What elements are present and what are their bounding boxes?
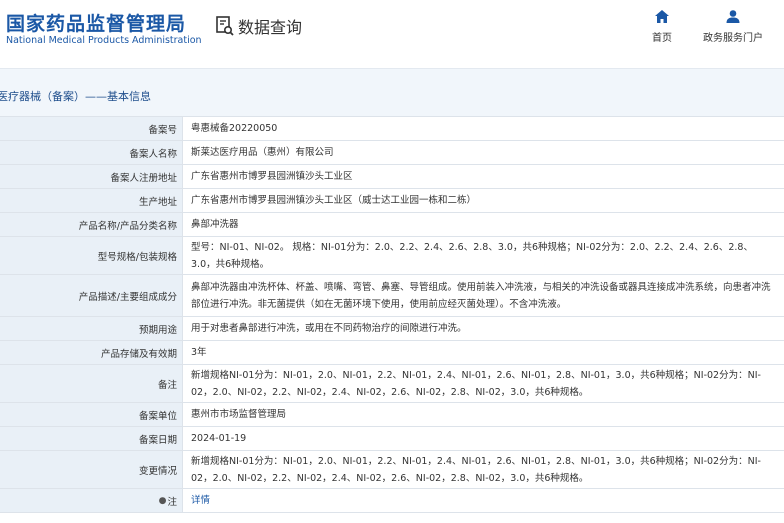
home-icon — [655, 10, 669, 23]
field-value: 新增规格NI-01分为：NI-01，2.0、NI-01，2.2、NI-01，2.… — [183, 365, 784, 402]
table-row: 备案人注册地址 广东省惠州市博罗县园洲镇沙头工业区 — [0, 165, 784, 189]
field-label: 变更情况 — [0, 451, 183, 488]
field-label: ● 注 — [0, 489, 183, 512]
field-value: 2024-01-19 — [183, 427, 784, 450]
table-row: 备案人名称 斯莱达医疗用品（惠州）有限公司 — [0, 141, 784, 165]
details-link[interactable]: 详情 — [191, 492, 210, 509]
table-row: 备案号 粤惠械备20220050 — [0, 117, 784, 141]
site-header: 国家药品监督管理局 National Medical Products Admi… — [0, 0, 784, 68]
nav-home[interactable]: 首页 — [650, 10, 674, 44]
table-row: 产品名称/产品分类名称 鼻部冲洗器 — [0, 213, 784, 237]
field-value: 详情 — [183, 489, 784, 512]
filing-authority: 惠州市市场监督管理局 — [191, 409, 287, 420]
registrant-address: 广东省惠州市博罗县园洲镇沙头工业区 — [191, 171, 353, 182]
field-value: 鼻部冲洗器 — [183, 213, 784, 236]
field-value: 惠州市市场监督管理局 — [183, 403, 784, 426]
product-description: 鼻部冲洗器由冲洗杯体、杯盖、喷嘴、弯管、鼻塞、导管组成。使用前装入冲洗液，与相关… — [191, 281, 771, 310]
record-number: 粤惠械备20220050 — [191, 123, 278, 134]
nav-service-portal[interactable]: 政务服务门户 — [700, 10, 766, 44]
model-spec: 型号：NI-01、NI-02。 规格：NI-01分为：2.0、2.2、2.4、2… — [191, 241, 753, 270]
location-pin-icon: ● — [158, 495, 167, 506]
table-row: 生产地址 广东省惠州市博罗县园洲镇沙头工业区（威士达工业园一栋和二栋） — [0, 189, 784, 213]
field-label: 备案号 — [0, 117, 183, 140]
field-value: 广东省惠州市博罗县园洲镇沙头工业区（威士达工业园一栋和二栋） — [183, 189, 784, 212]
site-logo-cn[interactable]: 国家药品监督管理局 — [6, 9, 186, 36]
field-value: 鼻部冲洗器由冲洗杯体、杯盖、喷嘴、弯管、鼻塞、导管组成。使用前装入冲洗液，与相关… — [183, 275, 784, 316]
breadcrumb: 医疗器械（备案）——基本信息 — [0, 68, 784, 116]
nav-service-label: 政务服务门户 — [703, 33, 763, 44]
field-label: 生产地址 — [0, 189, 183, 212]
remarks: 新增规格NI-01分为：NI-01，2.0、NI-01，2.2、NI-01，2.… — [191, 369, 761, 398]
record-table: 备案号 粤惠械备20220050 备案人名称 斯莱达医疗用品（惠州）有限公司 备… — [0, 116, 784, 513]
field-value: 粤惠械备20220050 — [183, 117, 784, 140]
field-label: 备案日期 — [0, 427, 183, 450]
field-value: 广东省惠州市博罗县园洲镇沙头工业区 — [183, 165, 784, 188]
shelf-life: 3年 — [191, 347, 207, 358]
table-row: 产品存储及有效期 3年 — [0, 341, 784, 365]
field-label: 产品名称/产品分类名称 — [0, 213, 183, 236]
page-title: 数据查询 — [238, 18, 303, 37]
production-address: 广东省惠州市博罗县园洲镇沙头工业区（威士达工业园一栋和二栋） — [191, 195, 477, 206]
field-label: 备案单位 — [0, 403, 183, 426]
user-icon — [726, 10, 740, 23]
table-row: 型号规格/包装规格 型号：NI-01、NI-02。 规格：NI-01分为：2.0… — [0, 237, 784, 275]
field-label: 产品存储及有效期 — [0, 341, 183, 364]
field-value: 新增规格NI-01分为：NI-01，2.0、NI-01，2.2、NI-01，2.… — [183, 451, 784, 488]
site-logo-en[interactable]: National Medical Products Administration — [6, 35, 202, 46]
field-label: 备案人名称 — [0, 141, 183, 164]
filing-date: 2024-01-19 — [191, 433, 247, 444]
field-value: 斯莱达医疗用品（惠州）有限公司 — [183, 141, 784, 164]
nav-home-label: 首页 — [652, 33, 672, 44]
note-label: 注 — [167, 496, 177, 508]
intended-use: 用于对患者鼻部进行冲洗，或用在不同药物治疗的间隙进行冲洗。 — [191, 323, 467, 334]
change-history: 新增规格NI-01分为：NI-01，2.0、NI-01，2.2、NI-01，2.… — [191, 455, 761, 484]
field-value: 3年 — [183, 341, 784, 364]
field-label: 型号规格/包装规格 — [0, 237, 183, 274]
field-value: 型号：NI-01、NI-02。 规格：NI-01分为：2.0、2.2、2.4、2… — [183, 237, 784, 274]
field-label: 备注 — [0, 365, 183, 402]
data-query-title: 数据查询 — [215, 14, 302, 38]
field-label: 备案人注册地址 — [0, 165, 183, 188]
product-name: 鼻部冲洗器 — [191, 219, 239, 230]
table-row: 备注 新增规格NI-01分为：NI-01，2.0、NI-01，2.2、NI-01… — [0, 365, 784, 403]
field-value: 用于对患者鼻部进行冲洗，或用在不同药物治疗的间隙进行冲洗。 — [183, 317, 784, 340]
field-label: 产品描述/主要组成成分 — [0, 275, 183, 316]
breadcrumb-text: 医疗器械（备案）——基本信息 — [0, 90, 151, 103]
document-search-icon — [216, 16, 234, 36]
table-row: 备案单位 惠州市市场监督管理局 — [0, 403, 784, 427]
table-row: 变更情况 新增规格NI-01分为：NI-01，2.0、NI-01，2.2、NI-… — [0, 451, 784, 489]
table-row: 备案日期 2024-01-19 — [0, 427, 784, 451]
registrant-name: 斯莱达医疗用品（惠州）有限公司 — [191, 147, 334, 158]
field-label: 预期用途 — [0, 317, 183, 340]
table-row: ● 注 详情 — [0, 489, 784, 513]
table-row: 产品描述/主要组成成分 鼻部冲洗器由冲洗杯体、杯盖、喷嘴、弯管、鼻塞、导管组成。… — [0, 275, 784, 317]
table-row: 预期用途 用于对患者鼻部进行冲洗，或用在不同药物治疗的间隙进行冲洗。 — [0, 317, 784, 341]
